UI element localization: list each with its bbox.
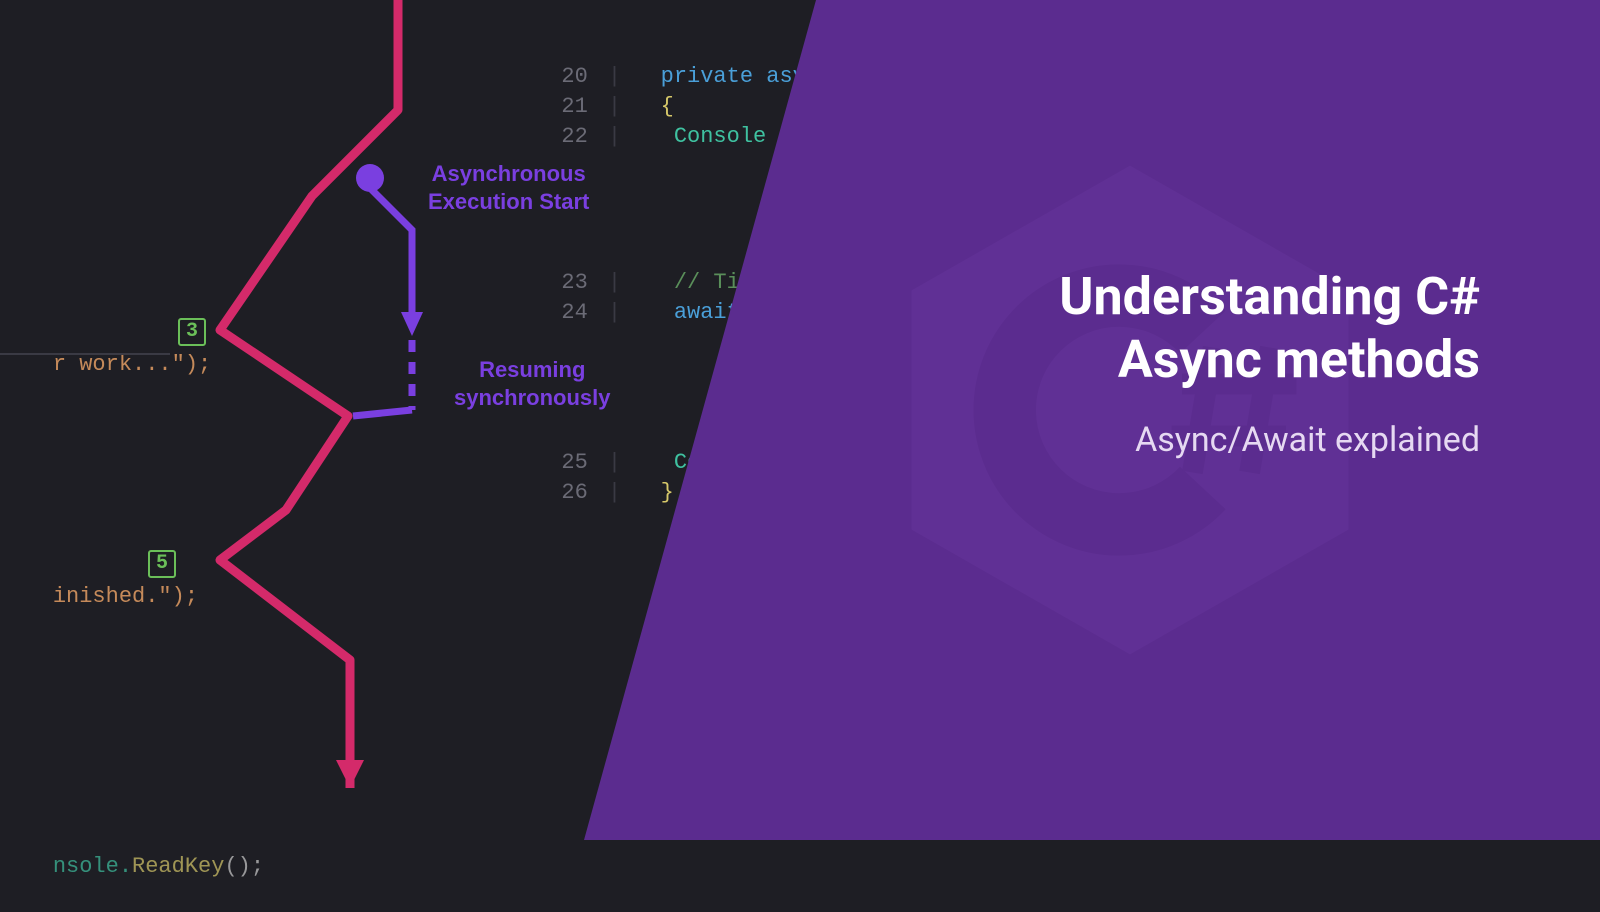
main-title: Understanding C# Async methods — [1059, 265, 1480, 392]
code-line-26: 26| } — [495, 448, 674, 538]
code-fragment-readkey: nsole.ReadKey(); — [0, 822, 264, 912]
annotation-resuming: Resuming synchronously — [454, 356, 610, 411]
annotation-async-start: Asynchronous Execution Start — [428, 160, 589, 215]
code-separator-line — [0, 353, 170, 355]
step-badge-3: 3 — [178, 318, 206, 346]
subtitle: Async/Await explained — [1059, 420, 1480, 460]
code-line-24: 24| await — [495, 268, 740, 358]
title-block: Understanding C# Async methods Async/Awa… — [1059, 265, 1480, 460]
step-badge-5: 5 — [148, 550, 176, 578]
